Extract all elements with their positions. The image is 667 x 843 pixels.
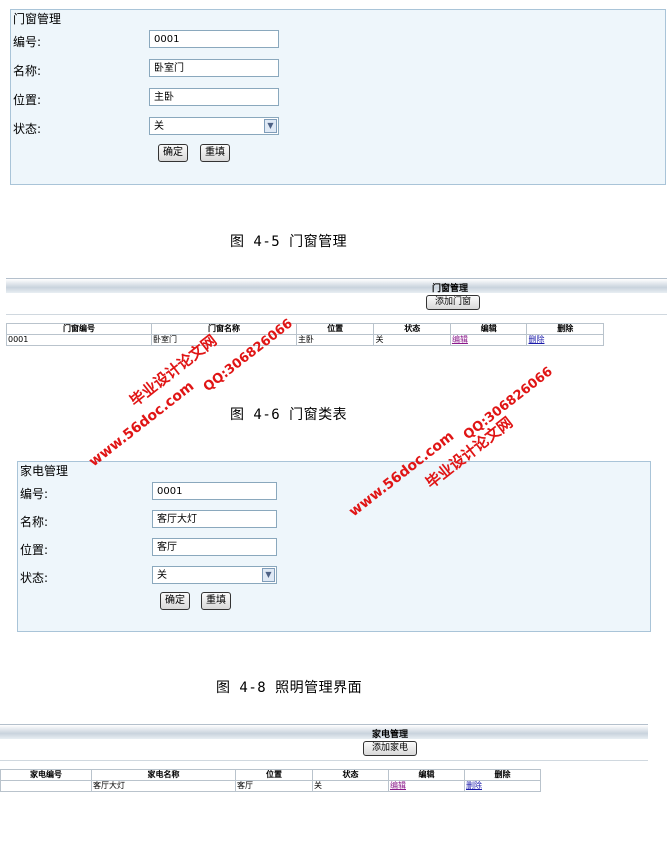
appliance-id-label: 编号: [20, 487, 49, 501]
chevron-down-icon[interactable]: ▼ [262, 568, 275, 582]
divider [6, 314, 667, 315]
caption-fig-4-8: 图 4-8 照明管理界面 [216, 680, 363, 696]
cell-edit: 编辑 [388, 780, 465, 792]
chevron-down-icon[interactable]: ▼ [264, 119, 277, 133]
appliance-table-header-bar: 家电管理 [0, 724, 648, 740]
door-name-row: 名称: 卧室门 [11, 59, 665, 81]
appliance-location-input[interactable]: 客厅 [152, 538, 277, 556]
door-table-section: 门窗管理 添加门窗 门窗编号 门窗名称 位置 状态 编辑 删除 0001 卧室门… [6, 278, 667, 356]
door-location-input[interactable]: 主卧 [149, 88, 279, 106]
door-id-input[interactable]: 0001 [149, 30, 279, 48]
cell-location: 客厅 [235, 780, 313, 792]
door-form-title: 门窗管理 [13, 12, 62, 26]
door-status-value: 关 [154, 121, 164, 132]
delete-link[interactable]: 删除 [466, 782, 482, 791]
door-table-header-bar: 门窗管理 [6, 278, 667, 294]
table-row: 0001 卧室门 主卧 关 编辑 删除 [6, 334, 604, 346]
door-location-row: 位置: 主卧 [11, 88, 665, 110]
edit-link[interactable]: 编辑 [390, 782, 406, 791]
appliance-id-input[interactable]: 0001 [152, 482, 277, 500]
cell-appliance-id [0, 780, 92, 792]
door-status-row: 状态: 关 ▼ [11, 117, 665, 139]
col-header-location: 位置 [295, 323, 375, 335]
appliance-location-row: 位置: 客厅 [18, 538, 650, 560]
appliance-table-section: 家电管理 添加家电 家电编号 家电名称 位置 状态 编辑 删除 客厅大灯 客厅 … [0, 724, 648, 800]
door-status-select[interactable]: 关 ▼ [149, 117, 279, 135]
cell-delete: 删除 [464, 780, 541, 792]
col-header-edit: 编辑 [388, 769, 465, 781]
door-id-row: 编号: 0001 [11, 30, 665, 52]
col-header-delete: 删除 [526, 323, 604, 335]
col-header-door-id: 门窗编号 [6, 323, 152, 335]
col-header-appliance-id: 家电编号 [0, 769, 92, 781]
door-form-panel: 门窗管理 编号: 0001 名称: 卧室门 位置: 主卧 状态: 关 ▼ 确定 … [10, 9, 666, 185]
door-table: 门窗编号 门窗名称 位置 状态 编辑 删除 0001 卧室门 主卧 关 编辑 删… [6, 323, 604, 346]
col-header-edit: 编辑 [449, 323, 528, 335]
caption-fig-4-6: 图 4-6 门窗类表 [230, 407, 348, 423]
add-appliance-button[interactable]: 添加家电 [363, 741, 417, 756]
col-header-status: 状态 [312, 769, 389, 781]
door-reset-button[interactable]: 重填 [200, 144, 230, 162]
cell-location: 主卧 [295, 334, 375, 346]
add-door-button[interactable]: 添加门窗 [426, 295, 480, 310]
appliance-table-title: 家电管理 [372, 730, 409, 740]
col-header-status: 状态 [373, 323, 451, 335]
door-table-title: 门窗管理 [432, 284, 469, 294]
door-status-label: 状态: [13, 122, 42, 136]
cell-status: 关 [373, 334, 451, 346]
appliance-status-select[interactable]: 关 ▼ [152, 566, 277, 584]
cell-door-id: 0001 [6, 334, 152, 346]
appliance-form-title: 家电管理 [20, 464, 69, 478]
delete-link[interactable]: 删除 [528, 336, 544, 345]
door-location-label: 位置: [13, 93, 42, 107]
door-id-label: 编号: [13, 35, 42, 49]
caption-fig-4-5: 图 4-5 门窗管理 [230, 234, 348, 250]
appliance-status-label: 状态: [20, 571, 49, 585]
appliance-table: 家电编号 家电名称 位置 状态 编辑 删除 客厅大灯 客厅 关 编辑 删除 [0, 769, 541, 792]
door-name-input[interactable]: 卧室门 [149, 59, 279, 77]
appliance-location-label: 位置: [20, 543, 49, 557]
cell-appliance-name: 客厅大灯 [91, 780, 236, 792]
col-header-appliance-name: 家电名称 [91, 769, 236, 781]
cell-status: 关 [312, 780, 389, 792]
appliance-name-input[interactable]: 客厅大灯 [152, 510, 277, 528]
door-table-header-row: 门窗编号 门窗名称 位置 状态 编辑 删除 [6, 323, 604, 335]
appliance-table-header-row: 家电编号 家电名称 位置 状态 编辑 删除 [0, 769, 541, 781]
cell-edit: 编辑 [449, 334, 528, 346]
appliance-status-value: 关 [157, 570, 167, 581]
appliance-form-panel: 家电管理 编号: 0001 名称: 客厅大灯 位置: 客厅 状态: 关 ▼ 确定… [17, 461, 651, 632]
divider [0, 760, 648, 761]
door-confirm-button[interactable]: 确定 [158, 144, 188, 162]
col-header-location: 位置 [235, 769, 313, 781]
appliance-name-row: 名称: 客厅大灯 [18, 510, 650, 532]
table-row: 客厅大灯 客厅 关 编辑 删除 [0, 780, 541, 792]
appliance-reset-button[interactable]: 重填 [201, 592, 231, 610]
cell-delete: 删除 [526, 334, 604, 346]
appliance-id-row: 编号: 0001 [18, 482, 650, 504]
appliance-confirm-button[interactable]: 确定 [160, 592, 190, 610]
edit-link[interactable]: 编辑 [452, 336, 468, 345]
col-header-delete: 删除 [464, 769, 541, 781]
appliance-status-row: 状态: 关 ▼ [18, 566, 650, 588]
appliance-name-label: 名称: [20, 515, 49, 529]
door-name-label: 名称: [13, 64, 42, 78]
